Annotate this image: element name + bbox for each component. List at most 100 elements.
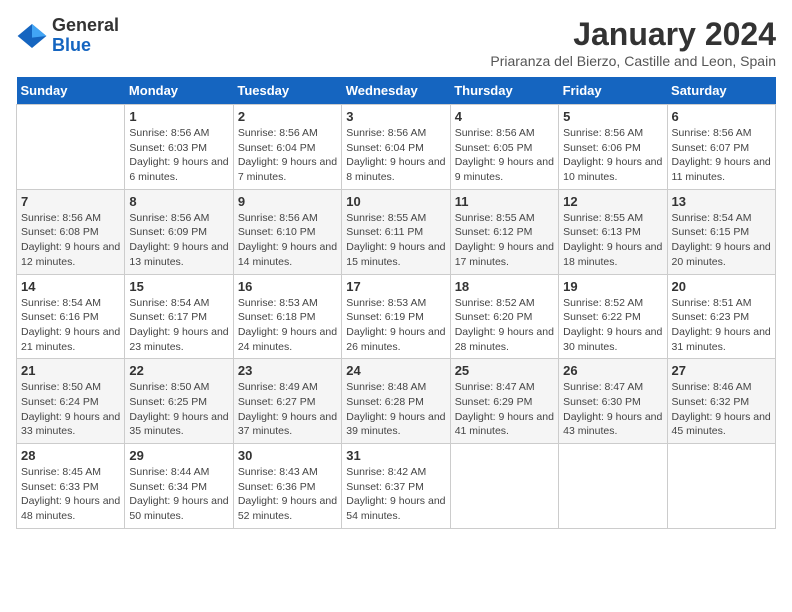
calendar-cell: 28 Sunrise: 8:45 AM Sunset: 6:33 PM Dayli… [17,444,125,529]
day-info: Sunrise: 8:53 AM Sunset: 6:18 PM Dayligh… [238,296,337,355]
day-number: 28 [21,448,120,463]
day-number: 17 [346,279,445,294]
calendar-cell: 4Sunrise: 8:56 AM Sunset: 6:05 PM Daylig… [450,105,558,190]
calendar-week-1: 1 Sunrise: 8:56 AM Sunset: 6:03 PM Daylig… [17,105,776,190]
day-info: Sunrise: 8:56 AM Sunset: 6:07 PM Dayligh… [672,126,771,185]
col-header-sunday: Sunday [17,77,125,105]
day-info: Sunrise: 8:54 AM Sunset: 6:17 PM Dayligh… [129,296,228,355]
calendar-cell: 20Sunrise: 8:51 AM Sunset: 6:23 PM Dayli… [667,274,775,359]
calendar-cell: 2 Sunrise: 8:56 AM Sunset: 6:04 PM Daylig… [233,105,341,190]
day-number: 11 [455,194,554,209]
calendar-header-row: SundayMondayTuesdayWednesdayThursdayFrid… [17,77,776,105]
calendar-cell: 13Sunrise: 8:54 AM Sunset: 6:15 PM Dayli… [667,189,775,274]
day-info: Sunrise: 8:43 AM Sunset: 6:36 PM Dayligh… [238,465,337,524]
calendar-cell: 15 Sunrise: 8:54 AM Sunset: 6:17 PM Dayli… [125,274,233,359]
calendar-cell: 27 Sunrise: 8:46 AM Sunset: 6:32 PM Dayli… [667,359,775,444]
day-number: 15 [129,279,228,294]
day-number: 19 [563,279,662,294]
day-info: Sunrise: 8:53 AM Sunset: 6:19 PM Dayligh… [346,296,445,355]
day-number: 18 [455,279,554,294]
calendar-cell: 21 Sunrise: 8:50 AM Sunset: 6:24 PM Dayli… [17,359,125,444]
day-number: 24 [346,363,445,378]
day-number: 1 [129,109,228,124]
day-number: 7 [21,194,120,209]
calendar-cell: 17 Sunrise: 8:53 AM Sunset: 6:19 PM Dayli… [342,274,450,359]
col-header-wednesday: Wednesday [342,77,450,105]
day-number: 27 [672,363,771,378]
day-number: 8 [129,194,228,209]
day-info: Sunrise: 8:52 AM Sunset: 6:22 PM Dayligh… [563,296,662,355]
day-info: Sunrise: 8:56 AM Sunset: 6:09 PM Dayligh… [129,211,228,270]
day-info: Sunrise: 8:52 AM Sunset: 6:20 PM Dayligh… [455,296,554,355]
day-info: Sunrise: 8:50 AM Sunset: 6:25 PM Dayligh… [129,380,228,439]
page-header: General Blue January 2024 Priaranza del … [16,16,776,69]
calendar-cell [450,444,558,529]
calendar-cell: 11 Sunrise: 8:55 AM Sunset: 6:12 PM Dayli… [450,189,558,274]
logo: General Blue [16,16,119,56]
calendar-cell: 18 Sunrise: 8:52 AM Sunset: 6:20 PM Dayli… [450,274,558,359]
day-number: 6 [672,109,771,124]
calendar-week-4: 21 Sunrise: 8:50 AM Sunset: 6:24 PM Dayli… [17,359,776,444]
logo-general-text: General [52,15,119,35]
subtitle: Priaranza del Bierzo, Castille and Leon,… [490,53,776,69]
calendar-cell: 16 Sunrise: 8:53 AM Sunset: 6:18 PM Dayli… [233,274,341,359]
day-info: Sunrise: 8:54 AM Sunset: 6:16 PM Dayligh… [21,296,120,355]
day-info: Sunrise: 8:56 AM Sunset: 6:04 PM Dayligh… [238,126,337,185]
day-number: 31 [346,448,445,463]
day-info: Sunrise: 8:47 AM Sunset: 6:30 PM Dayligh… [563,380,662,439]
day-info: Sunrise: 8:48 AM Sunset: 6:28 PM Dayligh… [346,380,445,439]
title-block: January 2024 Priaranza del Bierzo, Casti… [490,16,776,69]
calendar-cell: 8 Sunrise: 8:56 AM Sunset: 6:09 PM Daylig… [125,189,233,274]
calendar-week-5: 28 Sunrise: 8:45 AM Sunset: 6:33 PM Dayli… [17,444,776,529]
day-info: Sunrise: 8:51 AM Sunset: 6:23 PM Dayligh… [672,296,771,355]
calendar-cell: 24 Sunrise: 8:48 AM Sunset: 6:28 PM Dayli… [342,359,450,444]
day-info: Sunrise: 8:56 AM Sunset: 6:06 PM Dayligh… [563,126,662,185]
day-info: Sunrise: 8:55 AM Sunset: 6:11 PM Dayligh… [346,211,445,270]
day-info: Sunrise: 8:55 AM Sunset: 6:12 PM Dayligh… [455,211,554,270]
calendar-cell: 6 Sunrise: 8:56 AM Sunset: 6:07 PM Daylig… [667,105,775,190]
calendar-week-3: 14 Sunrise: 8:54 AM Sunset: 6:16 PM Dayli… [17,274,776,359]
day-number: 21 [21,363,120,378]
day-number: 16 [238,279,337,294]
col-header-monday: Monday [125,77,233,105]
day-number: 9 [238,194,337,209]
calendar-cell: 29 Sunrise: 8:44 AM Sunset: 6:34 PM Dayli… [125,444,233,529]
calendar-week-2: 7 Sunrise: 8:56 AM Sunset: 6:08 PM Daylig… [17,189,776,274]
calendar-cell: 25Sunrise: 8:47 AM Sunset: 6:29 PM Dayli… [450,359,558,444]
day-info: Sunrise: 8:56 AM Sunset: 6:03 PM Dayligh… [129,126,228,185]
calendar-cell: 30 Sunrise: 8:43 AM Sunset: 6:36 PM Dayli… [233,444,341,529]
logo-blue-text: Blue [52,35,91,55]
calendar-cell [559,444,667,529]
day-number: 2 [238,109,337,124]
main-title: January 2024 [490,16,776,53]
day-number: 30 [238,448,337,463]
day-info: Sunrise: 8:56 AM Sunset: 6:08 PM Dayligh… [21,211,120,270]
day-info: Sunrise: 8:47 AM Sunset: 6:29 PM Dayligh… [455,380,554,439]
day-number: 29 [129,448,228,463]
col-header-tuesday: Tuesday [233,77,341,105]
calendar-table: SundayMondayTuesdayWednesdayThursdayFrid… [16,77,776,529]
calendar-cell [667,444,775,529]
day-info: Sunrise: 8:50 AM Sunset: 6:24 PM Dayligh… [21,380,120,439]
calendar-cell: 23Sunrise: 8:49 AM Sunset: 6:27 PM Dayli… [233,359,341,444]
day-info: Sunrise: 8:45 AM Sunset: 6:33 PM Dayligh… [21,465,120,524]
calendar-cell: 9 Sunrise: 8:56 AM Sunset: 6:10 PM Daylig… [233,189,341,274]
calendar-cell: 10 Sunrise: 8:55 AM Sunset: 6:11 PM Dayli… [342,189,450,274]
day-info: Sunrise: 8:46 AM Sunset: 6:32 PM Dayligh… [672,380,771,439]
calendar-cell: 1 Sunrise: 8:56 AM Sunset: 6:03 PM Daylig… [125,105,233,190]
day-number: 10 [346,194,445,209]
day-info: Sunrise: 8:54 AM Sunset: 6:15 PM Dayligh… [672,211,771,270]
calendar-cell: 5Sunrise: 8:56 AM Sunset: 6:06 PM Daylig… [559,105,667,190]
calendar-cell: 7 Sunrise: 8:56 AM Sunset: 6:08 PM Daylig… [17,189,125,274]
calendar-cell: 14 Sunrise: 8:54 AM Sunset: 6:16 PM Dayli… [17,274,125,359]
calendar-cell: 19 Sunrise: 8:52 AM Sunset: 6:22 PM Dayli… [559,274,667,359]
day-info: Sunrise: 8:44 AM Sunset: 6:34 PM Dayligh… [129,465,228,524]
day-number: 23 [238,363,337,378]
day-info: Sunrise: 8:56 AM Sunset: 6:10 PM Dayligh… [238,211,337,270]
day-number: 3 [346,109,445,124]
day-number: 22 [129,363,228,378]
day-number: 14 [21,279,120,294]
col-header-friday: Friday [559,77,667,105]
day-number: 26 [563,363,662,378]
calendar-cell: 3Sunrise: 8:56 AM Sunset: 6:04 PM Daylig… [342,105,450,190]
